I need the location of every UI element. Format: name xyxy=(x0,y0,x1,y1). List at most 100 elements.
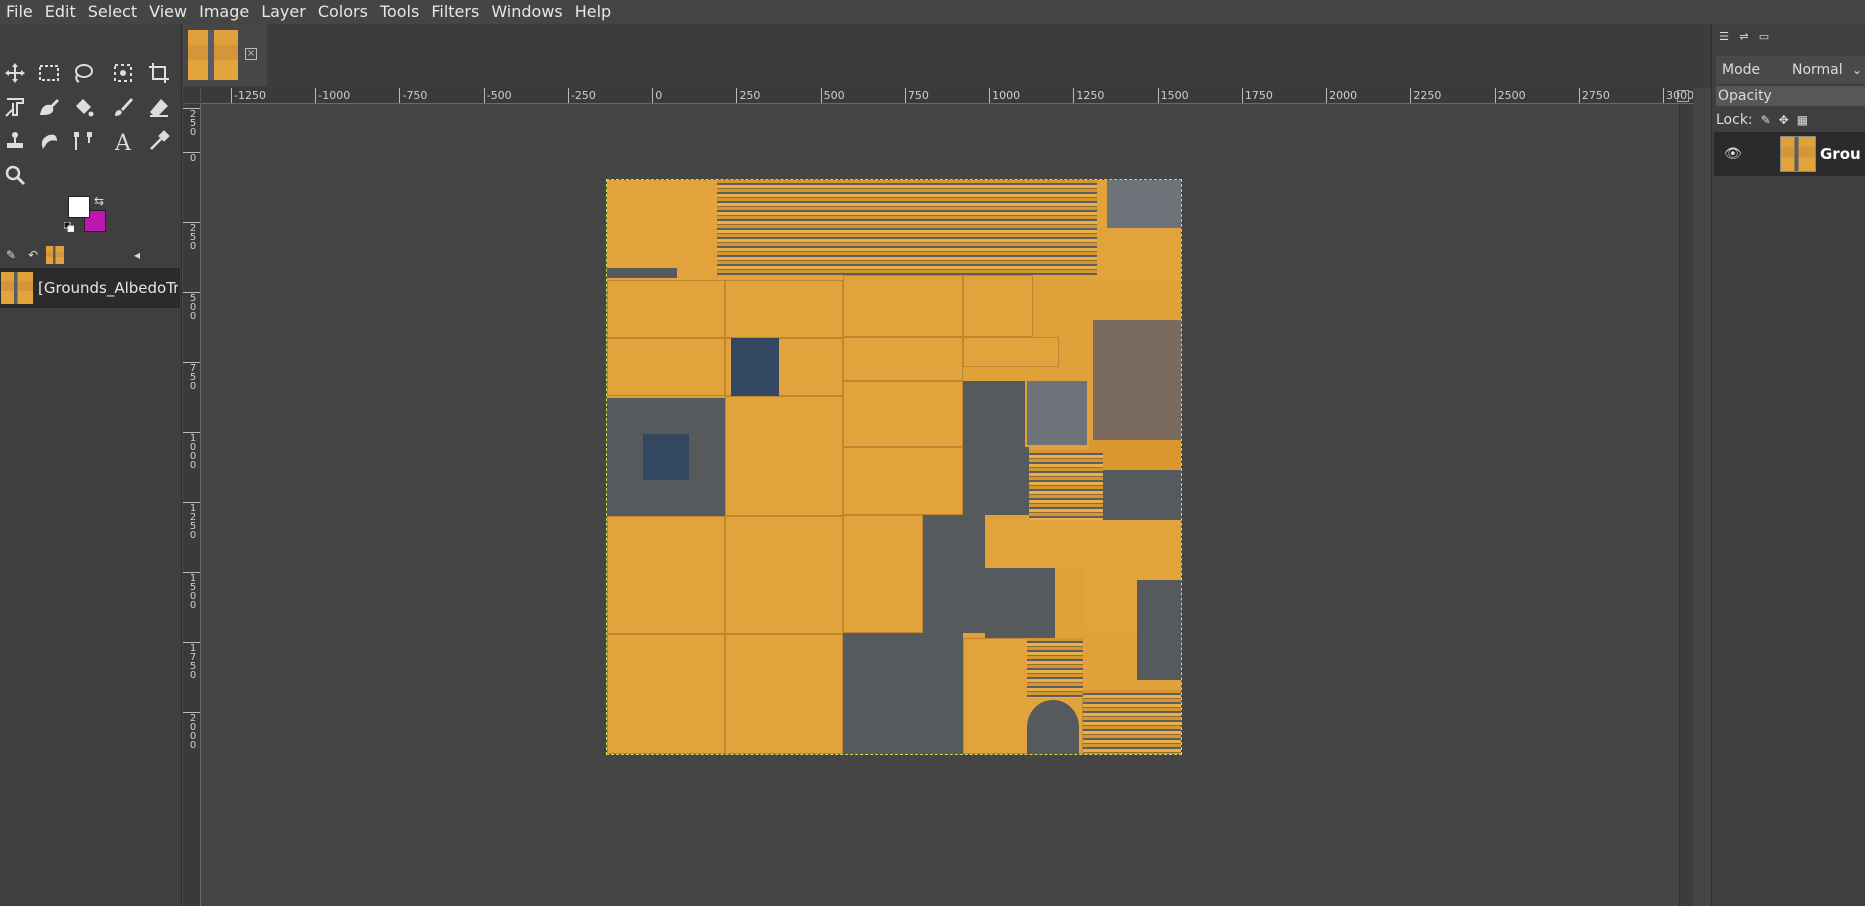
texture-region xyxy=(731,338,779,396)
texture-region xyxy=(843,275,963,337)
vertical-scrollbar[interactable] xyxy=(1679,104,1693,906)
canvas-image[interactable] xyxy=(606,179,1182,755)
texture-region xyxy=(963,447,1029,515)
texture-region xyxy=(607,280,725,338)
texture-region xyxy=(607,516,725,634)
eraser-tool-icon[interactable] xyxy=(144,92,174,122)
image-list-label: [Grounds_AlbedoTrans xyxy=(38,279,178,297)
lock-alpha-icon[interactable]: ▦ xyxy=(1797,113,1808,127)
layers-dock-tabs: ☰ ⇌ ▭ xyxy=(1716,28,1772,50)
paths-tab-icon[interactable]: ▭ xyxy=(1756,28,1772,44)
texture-region xyxy=(725,516,843,634)
image-tab[interactable]: × xyxy=(183,24,267,86)
menu-image[interactable]: Image xyxy=(193,0,255,24)
toolbox: A ⇆ xyxy=(0,24,181,244)
layers-dock: ☰ ⇌ ▭ Mode Normal ⌄ Opacity Lock: ✎ ✥ ▦ … xyxy=(1711,24,1865,906)
svg-text:A: A xyxy=(114,131,132,153)
texture-region xyxy=(843,447,963,515)
undo-history-tab-icon[interactable]: ↶ xyxy=(24,246,42,264)
texture-region xyxy=(1027,700,1079,754)
texture-region xyxy=(1029,450,1103,520)
channels-tab-icon[interactable]: ⇌ xyxy=(1736,28,1752,44)
texture-region xyxy=(1027,381,1087,445)
canvas-area[interactable]: -1250 -1000 -750 -500 -250 0 250 500 750 1000 1250… xyxy=(183,88,1693,906)
smudge-tool-icon[interactable] xyxy=(34,126,64,156)
menu-windows[interactable]: Windows xyxy=(485,0,568,24)
texture-region xyxy=(643,434,689,480)
chevron-down-icon: ⌄ xyxy=(1852,63,1863,77)
mode-value: Normal xyxy=(1792,62,1843,78)
texture-region xyxy=(843,633,963,754)
lock-pixels-icon[interactable]: ✎ xyxy=(1761,113,1771,127)
color-picker-tool-icon[interactable] xyxy=(144,126,174,156)
horizontal-ruler[interactable]: -1250 -1000 -750 -500 -250 0 250 500 750 1000 1250… xyxy=(201,88,1693,104)
image-thumbnail xyxy=(1,272,33,304)
bucket-fill-tool-icon[interactable] xyxy=(68,92,98,122)
gimp-window: File Edit Select View Image Layer Colors… xyxy=(0,0,1865,906)
swap-colors-icon[interactable]: ⇆ xyxy=(94,194,104,208)
lock-position-icon[interactable]: ✥ xyxy=(1779,113,1789,127)
images-tab-icon[interactable] xyxy=(46,246,64,264)
texture-region xyxy=(1107,180,1181,228)
reset-colors-icon[interactable] xyxy=(64,222,74,232)
opacity-slider[interactable]: Opacity xyxy=(1716,86,1865,106)
image-list-item[interactable]: [Grounds_AlbedoTrans xyxy=(0,268,180,308)
foreground-color-swatch[interactable] xyxy=(68,196,90,218)
warp-tool-icon[interactable] xyxy=(34,92,64,122)
lock-label: Lock: xyxy=(1716,112,1753,128)
mode-label: Mode xyxy=(1722,62,1761,78)
image-tab-thumbnail xyxy=(188,30,238,80)
ruler-corner xyxy=(183,88,201,104)
layers-tab-icon[interactable]: ☰ xyxy=(1716,28,1732,44)
texture-region xyxy=(963,381,1025,447)
tool-options-tab-icon[interactable]: ✎ xyxy=(2,246,20,264)
visibility-eye-icon[interactable]: 👁 xyxy=(1724,146,1750,162)
menu-colors[interactable]: Colors xyxy=(312,0,374,24)
texture-region xyxy=(843,337,963,381)
configure-tab-icon[interactable]: ◂ xyxy=(128,246,146,264)
texture-region xyxy=(1027,638,1083,698)
texture-region xyxy=(717,180,1097,275)
menu-file[interactable]: File xyxy=(0,0,39,24)
texture-region xyxy=(985,520,1085,568)
texture-region xyxy=(607,338,725,396)
texture-region xyxy=(1093,320,1181,440)
dock-tabs: ✎ ↶ ◂ xyxy=(0,244,182,266)
paintbrush-tool-icon[interactable] xyxy=(108,92,138,122)
texture-region xyxy=(1137,580,1181,680)
paths-tool-icon[interactable] xyxy=(68,126,98,156)
mode-selector[interactable]: Mode Normal ⌄ xyxy=(1716,56,1865,84)
fg-bg-colors[interactable]: ⇆ xyxy=(64,194,112,232)
image-tab-strip: × xyxy=(183,24,1711,88)
texture-region xyxy=(607,634,725,754)
texture-region xyxy=(985,568,1055,638)
close-icon[interactable]: × xyxy=(245,48,257,60)
menu-tools[interactable]: Tools xyxy=(374,0,425,24)
layer-item[interactable]: 👁 Grou xyxy=(1714,132,1865,176)
opacity-label: Opacity xyxy=(1718,88,1772,104)
menu-select[interactable]: Select xyxy=(82,0,143,24)
texture-region xyxy=(1103,470,1181,520)
clone-tool-icon[interactable] xyxy=(0,126,30,156)
texture-region xyxy=(725,280,843,338)
texture-region xyxy=(725,396,843,516)
menu-filters[interactable]: Filters xyxy=(425,0,485,24)
toolbox-dock: A ⇆ ✎ ↶ ◂ [Grounds_AlbedoTrans xyxy=(0,24,182,906)
menu-help[interactable]: Help xyxy=(569,0,617,24)
navigate-icon[interactable] xyxy=(1677,90,1689,102)
texture-region xyxy=(843,515,923,633)
menu-edit[interactable]: Edit xyxy=(39,0,82,24)
zoom-tool-icon[interactable] xyxy=(0,160,30,190)
move-tool-icon[interactable] xyxy=(0,58,30,88)
texture-region xyxy=(963,337,1059,367)
crop-tool-icon[interactable] xyxy=(144,58,174,88)
free-select-tool-icon[interactable] xyxy=(68,58,98,88)
layer-thumbnail xyxy=(1780,136,1816,172)
menu-layer[interactable]: Layer xyxy=(255,0,312,24)
vertical-ruler[interactable]: 250025050075010001250150017502000 xyxy=(183,104,201,906)
transform-tool-icon[interactable] xyxy=(0,92,30,122)
menu-view[interactable]: View xyxy=(143,0,193,24)
text-tool-icon[interactable]: A xyxy=(108,126,138,156)
fuzzy-select-tool-icon[interactable] xyxy=(108,58,138,88)
rect-select-tool-icon[interactable] xyxy=(34,58,64,88)
